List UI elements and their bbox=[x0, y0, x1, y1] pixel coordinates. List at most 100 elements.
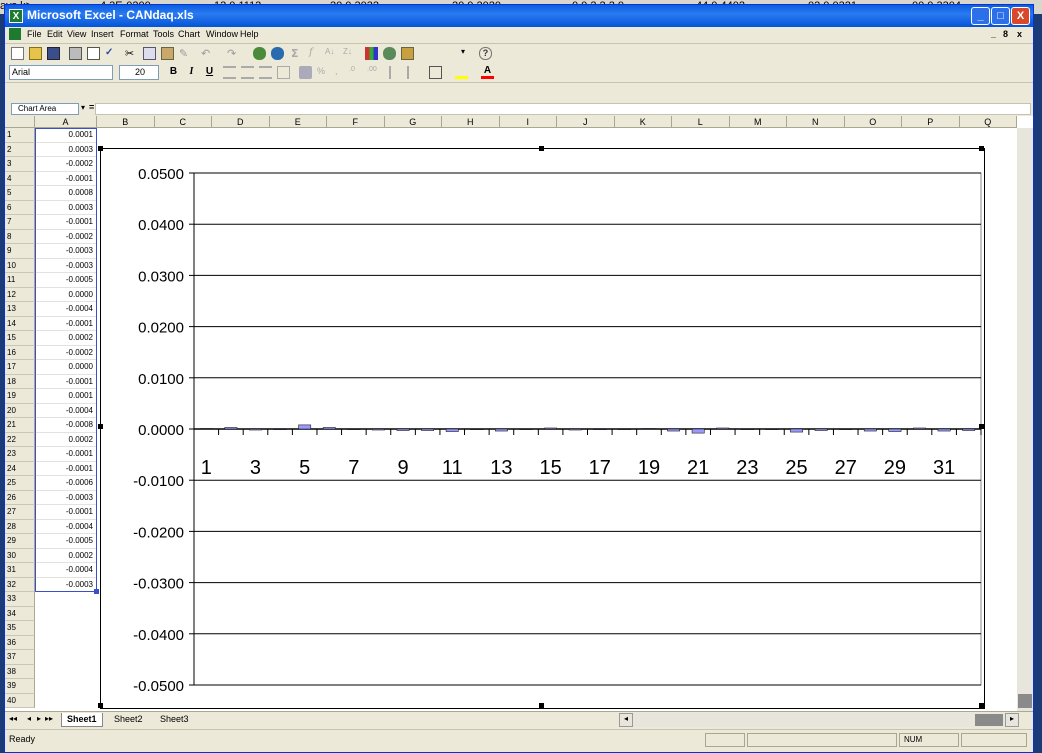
fill-color-icon[interactable] bbox=[455, 66, 468, 79]
row-header[interactable]: 7 bbox=[5, 215, 35, 230]
row-header[interactable]: 3 bbox=[5, 157, 35, 172]
first-sheet-icon[interactable]: ◂◂ bbox=[9, 714, 17, 723]
column-header-e[interactable]: E bbox=[269, 116, 327, 128]
map-icon[interactable] bbox=[383, 47, 396, 60]
row-header[interactable]: 26 bbox=[5, 490, 35, 505]
worksheet-grid[interactable]: ABCDEFGHIJKLMNOPQ 1 2 3 4 5 6 7 8 9 10 11 12 13 14 15 1… bbox=[5, 116, 1033, 711]
column-header-b[interactable]: B bbox=[97, 116, 155, 128]
sheet-tab-sheet1[interactable]: Sheet1 bbox=[61, 713, 103, 727]
decrease-decimal-icon[interactable]: .00 bbox=[367, 66, 380, 79]
column-header-j[interactable]: J bbox=[557, 116, 615, 128]
menu-help[interactable]: Help bbox=[240, 29, 259, 39]
row-header[interactable]: 23 bbox=[5, 447, 35, 462]
excel-app-icon[interactable]: X bbox=[9, 9, 23, 23]
row-header[interactable]: 11 bbox=[5, 273, 35, 288]
help-icon[interactable]: ? bbox=[479, 47, 492, 60]
zoom-dropdown-arrow[interactable]: ▾ bbox=[461, 47, 474, 60]
row-header[interactable]: 39 bbox=[5, 679, 35, 694]
drawing-icon[interactable] bbox=[401, 47, 414, 60]
row-header[interactable]: 34 bbox=[5, 606, 35, 621]
row-header[interactable]: 5 bbox=[5, 186, 35, 201]
borders-icon[interactable] bbox=[429, 66, 442, 79]
row-header[interactable]: 4 bbox=[5, 171, 35, 186]
menu-format[interactable]: Format bbox=[120, 29, 149, 39]
menu-insert[interactable]: Insert bbox=[91, 29, 114, 39]
sort-ascending-icon[interactable]: A↓ bbox=[325, 47, 338, 60]
menu-view[interactable]: View bbox=[67, 29, 86, 39]
row-header[interactable]: 10 bbox=[5, 258, 35, 273]
row-header[interactable]: 6 bbox=[5, 200, 35, 215]
increase-indent-icon[interactable] bbox=[407, 66, 420, 79]
row-header[interactable]: 20 bbox=[5, 403, 35, 418]
maximize-button[interactable]: □ bbox=[991, 7, 1010, 25]
paste-icon[interactable] bbox=[161, 47, 174, 60]
column-header-f[interactable]: F bbox=[327, 116, 385, 128]
chart-resize-handle[interactable] bbox=[979, 703, 984, 708]
undo-icon[interactable]: ↶ bbox=[201, 47, 214, 60]
menu-edit[interactable]: Edit bbox=[47, 29, 63, 39]
row-header[interactable]: 32 bbox=[5, 577, 35, 592]
row-header[interactable]: 25 bbox=[5, 476, 35, 491]
chart-resize-handle[interactable] bbox=[979, 146, 984, 151]
copy-icon[interactable] bbox=[143, 47, 156, 60]
align-left-icon[interactable] bbox=[223, 66, 236, 79]
underline-button[interactable]: U bbox=[203, 66, 216, 79]
chart-resize-handle[interactable] bbox=[539, 146, 544, 151]
row-header[interactable]: 22 bbox=[5, 432, 35, 447]
column-header-n[interactable]: N bbox=[787, 116, 845, 128]
cut-icon[interactable]: ✂ bbox=[125, 47, 138, 60]
column-header-o[interactable]: O bbox=[844, 116, 902, 128]
merge-center-icon[interactable] bbox=[277, 66, 290, 79]
row-header[interactable]: 9 bbox=[5, 244, 35, 259]
row-header[interactable]: 17 bbox=[5, 360, 35, 375]
vertical-scrollbar[interactable] bbox=[1017, 128, 1033, 711]
chart-resize-handle[interactable] bbox=[539, 703, 544, 708]
chart-area[interactable]: 0.0500 0.0400 0.0300 0.0200 0.0100 0.0000 -0.0… bbox=[98, 146, 985, 709]
menu-file[interactable]: File bbox=[27, 29, 42, 39]
column-header-i[interactable]: I bbox=[499, 116, 557, 128]
font-color-icon[interactable]: A bbox=[481, 66, 494, 79]
print-preview-icon[interactable] bbox=[87, 47, 100, 60]
formula-input[interactable] bbox=[95, 103, 1031, 115]
sheet-tab-sheet3[interactable]: Sheet3 bbox=[155, 713, 194, 726]
scroll-left-icon[interactable]: ◂ bbox=[619, 713, 633, 727]
format-painter-icon[interactable]: ✎ bbox=[179, 47, 192, 60]
column-header-d[interactable]: D bbox=[212, 116, 270, 128]
row-header[interactable]: 1 bbox=[5, 128, 35, 143]
vertical-scroll-thumb[interactable] bbox=[1018, 694, 1032, 708]
next-sheet-icon[interactable]: ▸ bbox=[37, 714, 41, 723]
row-header[interactable]: 19 bbox=[5, 389, 35, 404]
italic-button[interactable]: I bbox=[185, 66, 198, 79]
row-header[interactable]: 28 bbox=[5, 519, 35, 534]
minimize-button[interactable]: _ bbox=[971, 7, 990, 25]
doc-restore-button[interactable]: 8 bbox=[1003, 29, 1008, 39]
column-header-m[interactable]: M bbox=[729, 116, 787, 128]
font-size-dropdown[interactable]: 20 bbox=[119, 65, 159, 80]
sort-descending-icon[interactable]: Z↓ bbox=[343, 47, 356, 60]
row-header[interactable]: 2 bbox=[5, 142, 35, 157]
row-header[interactable]: 30 bbox=[5, 548, 35, 563]
column-header-p[interactable]: P bbox=[902, 116, 960, 128]
align-right-icon[interactable] bbox=[259, 66, 272, 79]
row-header[interactable]: 18 bbox=[5, 374, 35, 389]
column-header-l[interactable]: L bbox=[672, 116, 730, 128]
function-icon[interactable]: f bbox=[309, 47, 322, 60]
select-all-corner[interactable] bbox=[5, 116, 35, 128]
name-box-arrow[interactable]: ▾ bbox=[81, 103, 85, 112]
row-header[interactable]: 29 bbox=[5, 534, 35, 549]
column-header-c[interactable]: C bbox=[154, 116, 212, 128]
menu-chart[interactable]: Chart bbox=[178, 29, 200, 39]
previous-sheet-icon[interactable]: ◂ bbox=[27, 714, 31, 723]
row-header[interactable]: 16 bbox=[5, 345, 35, 360]
chart-resize-handle[interactable] bbox=[98, 703, 103, 708]
new-icon[interactable] bbox=[11, 47, 24, 60]
row-header[interactable]: 15 bbox=[5, 331, 35, 346]
menu-window[interactable]: Window bbox=[206, 29, 238, 39]
scroll-right-icon[interactable]: ▸ bbox=[1005, 713, 1019, 727]
chart-resize-handle[interactable] bbox=[98, 424, 103, 429]
web-icon[interactable] bbox=[271, 47, 284, 60]
row-header[interactable]: 40 bbox=[5, 693, 35, 708]
title-bar[interactable]: X Microsoft Excel - CANdaq.xls _ □ X bbox=[5, 5, 1033, 27]
doc-close-button[interactable]: x bbox=[1017, 29, 1022, 39]
redo-icon[interactable]: ↷ bbox=[227, 47, 240, 60]
